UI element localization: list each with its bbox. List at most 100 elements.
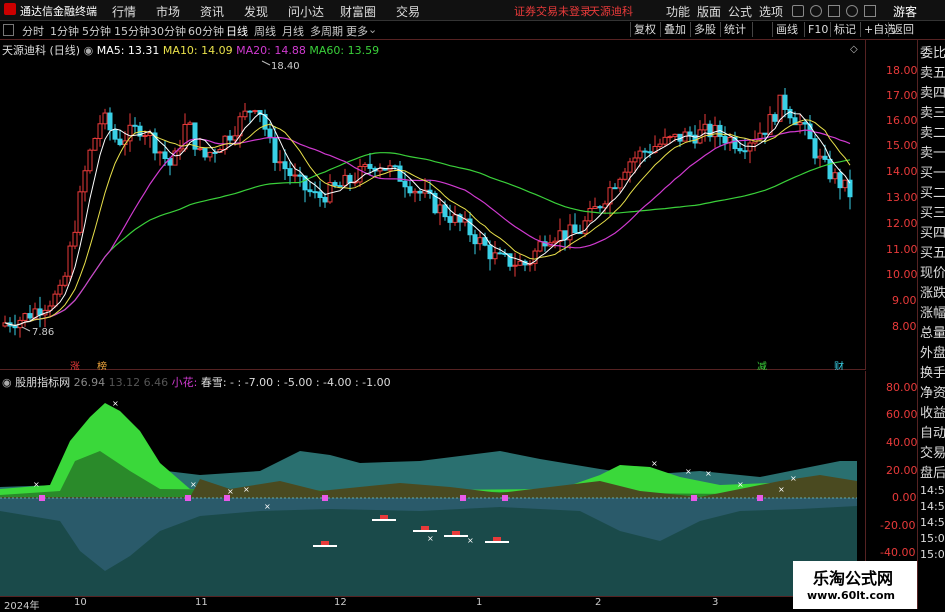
panel-item[interactable]: 盘后 <box>920 464 945 484</box>
panel-item[interactable]: 涨跌 <box>920 284 945 304</box>
panel-item[interactable]: 换手 <box>920 364 945 384</box>
panel-item[interactable]: 买五 <box>920 244 945 264</box>
tool-multi-stock[interactable]: 多股 <box>690 22 719 37</box>
user-icon[interactable] <box>810 5 822 17</box>
candle-body <box>92 137 98 151</box>
candlestick-chart[interactable]: 18.40 7.86 涨 榜 减 财 ◇ <box>0 40 865 370</box>
tool-restore-rights[interactable]: 复权 <box>630 22 659 37</box>
period-multi[interactable]: 多周期 <box>310 23 343 39</box>
x-marker: × <box>737 480 744 489</box>
marker-list[interactable]: 榜 <box>97 360 107 370</box>
menu-options[interactable]: 选项 <box>759 3 783 20</box>
login-warning[interactable]: 证券交易未登录 <box>514 3 591 19</box>
panel-item[interactable]: 买三 <box>920 204 945 224</box>
help-icon[interactable] <box>846 5 858 17</box>
diamond-icon[interactable]: ◇ <box>850 44 858 55</box>
marker-up-limit[interactable]: 涨 <box>70 361 80 370</box>
period-1min[interactable]: 1分钟 <box>50 23 79 39</box>
period-monthly[interactable]: 月线 <box>282 23 304 39</box>
screen-icon[interactable] <box>792 5 804 17</box>
ma10-value: MA10: 14.09 <box>162 44 233 57</box>
menu-ask[interactable]: 问小达 <box>288 3 324 20</box>
menu-layout[interactable]: 版面 <box>697 3 721 20</box>
panel-item[interactable]: 现价 <box>920 264 945 284</box>
candle-body <box>442 204 448 218</box>
tool-mark[interactable]: 标记 <box>830 22 859 37</box>
panel-item[interactable]: 卖一 <box>920 144 945 164</box>
panel-time: 15:09 <box>920 548 945 561</box>
panel-item[interactable]: 卖五 <box>920 64 945 84</box>
panel-item[interactable]: 卖三 <box>920 104 945 124</box>
message-icon[interactable] <box>828 5 840 17</box>
settings-circle-icon[interactable]: ◉ <box>84 44 94 57</box>
stock-period: (日线) <box>49 44 81 57</box>
marker-finance[interactable]: 财 <box>834 360 844 370</box>
panel-item[interactable]: 自动 <box>920 424 945 444</box>
period-daily[interactable]: 日线 <box>226 23 248 39</box>
guest-label[interactable]: 游客 <box>893 3 917 20</box>
candle-body <box>842 179 848 189</box>
panel-item[interactable]: 卖四 <box>920 84 945 104</box>
panel-item[interactable]: 外盘 <box>920 344 945 364</box>
period-15min[interactable]: 15分钟 <box>114 23 150 39</box>
menu-formula[interactable]: 公式 <box>728 3 752 20</box>
panel-item[interactable]: 交易 <box>920 444 945 464</box>
candle-body <box>132 124 138 127</box>
panel-item[interactable]: 买一 <box>920 164 945 184</box>
candle-body <box>802 122 808 125</box>
tool-draw-line[interactable]: 画线 <box>772 22 801 37</box>
flag-body <box>321 541 329 545</box>
period-30min[interactable]: 30分钟 <box>150 23 186 39</box>
candle-body <box>477 237 483 245</box>
tool-statistics[interactable]: 统计 <box>720 22 749 37</box>
candle-body <box>772 114 778 122</box>
panel-item[interactable]: 涨幅 <box>920 304 945 324</box>
candle-body <box>117 138 123 146</box>
tool-overlay[interactable]: 叠加 <box>660 22 689 37</box>
pink-marker <box>39 495 45 501</box>
candle-body <box>832 172 838 180</box>
panel-item[interactable]: 买二 <box>920 184 945 204</box>
menu-function[interactable]: 功能 <box>666 3 690 20</box>
sidebar-toggle-icon[interactable] <box>3 24 14 36</box>
period-5min[interactable]: 5分钟 <box>82 23 111 39</box>
menu-market[interactable]: 市场 <box>156 3 180 20</box>
tool-back[interactable]: 返回 <box>888 22 917 37</box>
indicator-settings-icon[interactable]: ◉ <box>2 376 12 389</box>
candle-body <box>252 110 258 113</box>
menu-news[interactable]: 资讯 <box>200 3 224 20</box>
price-tick: 9.00 <box>892 294 917 307</box>
period-more[interactable]: 更多 <box>346 23 368 39</box>
panel-item[interactable]: 卖二 <box>920 124 945 144</box>
settings-icon[interactable] <box>864 5 876 17</box>
tool-f10[interactable]: F10 <box>804 22 831 37</box>
menu-discover[interactable]: 发现 <box>244 3 268 20</box>
candle-body <box>312 191 318 194</box>
menu-quotes[interactable]: 行情 <box>112 3 136 20</box>
menu-wealth[interactable]: 财富圈 <box>340 3 376 20</box>
panel-item[interactable]: 净资 <box>920 384 945 404</box>
period-tick[interactable]: 分时 <box>22 23 44 39</box>
panel-item[interactable]: 收益 <box>920 404 945 424</box>
period-weekly[interactable]: 周线 <box>254 23 276 39</box>
tool-blank[interactable] <box>752 22 773 37</box>
panel-item[interactable]: 委比 <box>920 44 945 64</box>
marker-reduce[interactable]: 减 <box>757 361 767 370</box>
candle-body <box>552 240 558 244</box>
candle-body <box>762 132 768 135</box>
period-60min[interactable]: 60分钟 <box>188 23 224 39</box>
panel-item[interactable]: 总量 <box>920 324 945 344</box>
pink-marker <box>185 495 191 501</box>
panel-item[interactable]: 买四 <box>920 224 945 244</box>
price-tick: 12.00 <box>886 217 918 230</box>
candle-body <box>817 155 823 159</box>
price-tick: 18.00 <box>886 64 918 77</box>
price-tick: 14.00 <box>886 165 918 178</box>
menu-trade[interactable]: 交易 <box>396 3 420 20</box>
candle-body <box>672 133 678 138</box>
candle-body <box>827 158 833 180</box>
indicator-chart[interactable]: × × × × × × × × × × × × × × <box>0 371 865 596</box>
candle-body <box>127 124 133 142</box>
more-chevron-icon[interactable]: ⌄ <box>368 23 377 36</box>
x-marker: × <box>33 480 40 489</box>
